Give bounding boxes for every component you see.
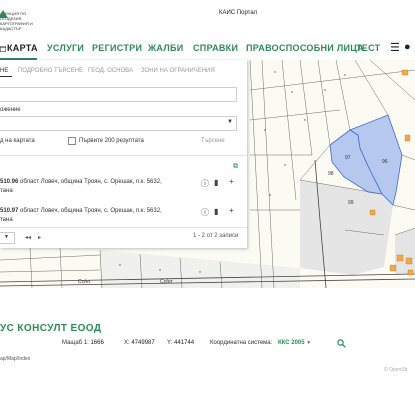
nav-item-services[interactable]: УСЛУГИ: [47, 43, 84, 53]
search-button[interactable]: Търсене: [201, 138, 225, 144]
company-name: УС КОНСУЛТ ЕООД: [0, 323, 102, 334]
crs-select[interactable]: ККС 2005 ▼: [278, 340, 311, 346]
result-address: област Ловеч, община Троян, с. Орешак, п…: [20, 179, 162, 185]
nav-item-registers[interactable]: РЕГИСТРИ: [92, 43, 142, 53]
tab-detailed-search[interactable]: ПОДРОБНО ТЪРСЕНЕ: [18, 68, 83, 74]
crs-label: Координатна система:: [210, 340, 273, 346]
crs-value: ККС 2005: [278, 340, 305, 346]
parcel-label: 97: [345, 155, 351, 161]
list-item[interactable]: 510.96 област Ловеч, община Троян, с. Ор…: [0, 179, 162, 185]
tab-restriction-zones[interactable]: ЗОНИ НА ОГРАНИЧЕНИЯ: [141, 68, 215, 74]
x-label: X:: [124, 340, 130, 346]
map-icon: [0, 46, 7, 53]
document-icon[interactable]: ▮: [214, 207, 218, 216]
add-icon[interactable]: +: [229, 206, 234, 215]
x-coordinate: X: 4749987: [124, 340, 155, 346]
info-icon[interactable]: ⓘ: [201, 178, 209, 189]
search-panel: НЕ ПОДРОБНО ТЪРСЕНЕ ГЕОД. ОСНОВА ЗОНИ НА…: [0, 60, 247, 248]
location-label: ожение: [0, 107, 21, 113]
expand-icon[interactable]: ⧉: [233, 163, 238, 171]
info-icon[interactable]: ⓘ: [201, 207, 209, 218]
road-label: Сл/ет: [160, 279, 173, 285]
nav-item-licensed-persons[interactable]: ПРАВОСПОСОБНИ ЛИЦА: [246, 43, 364, 53]
map-credit: © OpenStr: [384, 367, 408, 373]
x-value: 4749987: [131, 340, 155, 346]
road-label: Сл/ет: [78, 279, 91, 285]
location-select[interactable]: ▼: [0, 116, 237, 131]
crs-readout: Координатна система:: [210, 340, 272, 346]
first200-label: Първите 200 резултата: [79, 138, 144, 144]
main-nav: КАРТА УСЛУГИ РЕГИСТРИ ЖАЛБИ СПРАВКИ ПРАВ…: [0, 37, 415, 59]
y-label: Y:: [167, 340, 173, 346]
divider: [0, 155, 247, 156]
footer: УС КОНСУЛТ ЕООД Мащаб 1: 1666 X: 4749987…: [0, 288, 415, 400]
user-icon[interactable]: ●: [404, 41, 411, 53]
nav-item-reports[interactable]: СПРАВКИ: [193, 43, 238, 53]
pagination-info: 1 - 2 от 2 записи: [193, 233, 239, 239]
top-bar: АГЕНЦИЯ ПО ГЕОДЕЗИЯ, КАРТОГРАФИЯ И КАДАС…: [0, 0, 415, 31]
menu-icon[interactable]: ☰: [390, 41, 400, 54]
scale-value: 1666: [90, 340, 104, 346]
divider: [0, 227, 247, 228]
add-icon[interactable]: +: [229, 177, 234, 186]
nav-item-label: КАРТА: [7, 43, 38, 53]
logo-icon: [0, 10, 8, 18]
result-address-line2: тана: [0, 188, 13, 194]
first200-checkbox[interactable]: [68, 137, 76, 145]
agency-logo[interactable]: АГЕНЦИЯ ПО ГЕОДЕЗИЯ, КАРТОГРАФИЯ И КАДАС…: [0, 10, 46, 31]
chevron-down-icon: ▼: [227, 119, 233, 125]
status-url: ap/Map/Index: [0, 356, 31, 362]
parcel-label: 98: [328, 171, 334, 177]
tab-simple-search[interactable]: НЕ: [0, 68, 8, 74]
y-coordinate: Y: 441744: [167, 340, 194, 346]
result-address-line2: тана: [0, 217, 13, 223]
scale-label: Мащаб 1:: [62, 340, 89, 346]
chevron-down-icon: ▼: [306, 340, 312, 346]
y-value: 441744: [174, 340, 195, 346]
document-icon[interactable]: ▮: [214, 178, 218, 187]
active-tab-underline: [0, 76, 12, 77]
result-address: област Ловеч, община Троян, с. Орешак, п…: [20, 208, 162, 214]
chevron-down-icon: ▼: [4, 234, 9, 240]
list-item[interactable]: 510.97 област Ловеч, община Троян, с. Ор…: [0, 208, 162, 214]
parcel-label: 96: [382, 159, 388, 165]
parcel-label: 99: [348, 200, 354, 206]
nav-item-test[interactable]: ТЕСТ: [356, 43, 380, 53]
search-icon[interactable]: [337, 339, 346, 348]
pager-first-icon[interactable]: ◂◂: [25, 234, 31, 241]
scale-readout: Мащаб 1: 1666: [62, 340, 104, 346]
pager-next-icon[interactable]: ▸: [38, 234, 41, 241]
checkbox-map-label[interactable]: д на картата: [0, 138, 35, 144]
portal-title: КАИС Портал: [219, 10, 258, 16]
search-input[interactable]: [0, 87, 237, 102]
nav-item-map[interactable]: КАРТА: [0, 43, 38, 53]
tab-geodetic-base[interactable]: ГЕОД. ОСНОВА: [88, 68, 133, 74]
nav-item-complaints[interactable]: ЖАЛБИ: [148, 43, 184, 53]
page-size-select[interactable]: ▼: [0, 232, 15, 244]
result-id: 510.97: [0, 208, 19, 214]
result-id: 510.96: [0, 179, 19, 185]
